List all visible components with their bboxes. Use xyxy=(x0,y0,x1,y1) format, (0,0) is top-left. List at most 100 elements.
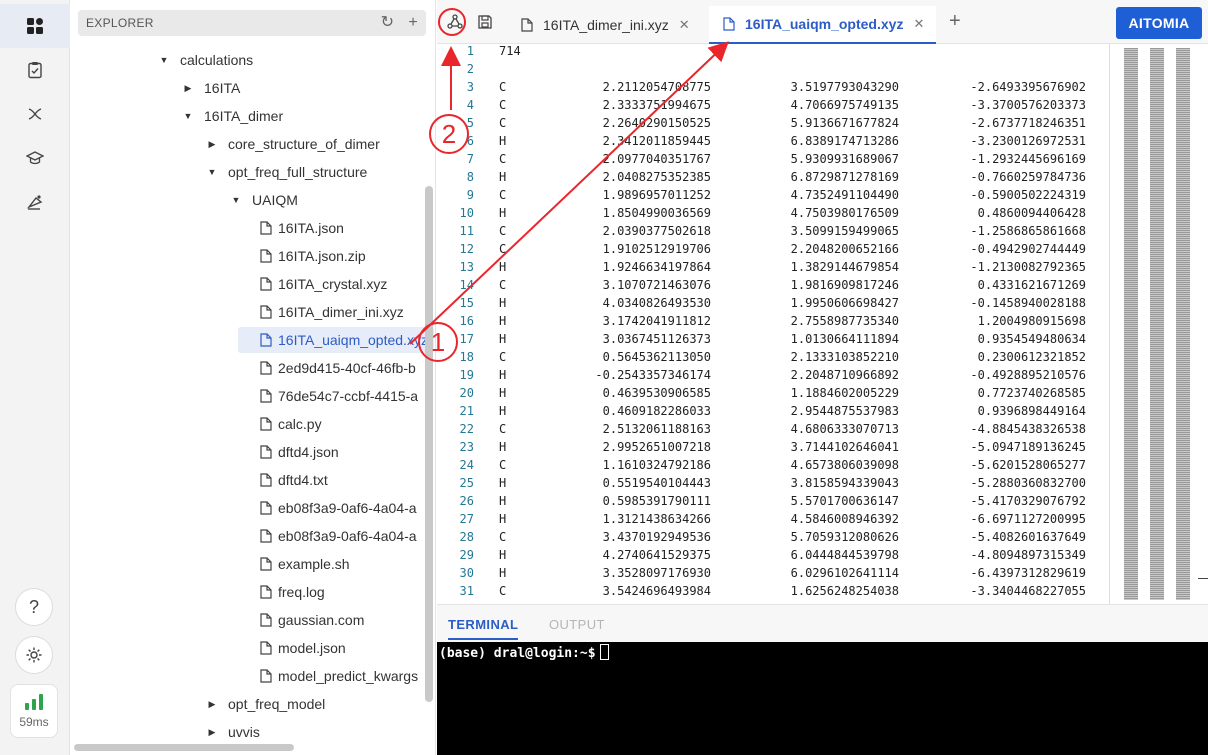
coordinate-x: 2.0390377502618 xyxy=(602,224,711,238)
folder-item[interactable]: ▼ UAIQM xyxy=(228,187,298,213)
file-item[interactable]: 16ITA_uaiqm_opted.xyz xyxy=(238,327,434,353)
explorer-vertical-scrollbar[interactable] xyxy=(425,186,433,702)
minimap[interactable] xyxy=(1109,44,1208,604)
add-file-icon[interactable]: + xyxy=(408,14,418,32)
file-item[interactable]: dftd4.json xyxy=(260,439,339,465)
tree-item-label: 2ed9d415-40cf-46fb-b xyxy=(278,360,416,376)
coordinate-z: -6.4397312829619 xyxy=(970,566,1086,580)
tree-item-label: 16ITA_dimer_ini.xyz xyxy=(278,304,404,320)
tree-item-label: 16ITA_dimer xyxy=(204,108,284,124)
coordinate-y: 3.5099159499065 xyxy=(790,224,899,238)
chevron-right-icon: ▶ xyxy=(208,138,216,149)
tree-item-label: dftd4.json xyxy=(278,444,339,460)
coordinate-y: 2.9544875537983 xyxy=(790,404,899,418)
file-item[interactable]: model_predict_kwargs xyxy=(260,663,418,689)
folder-item[interactable]: ▼ calculations xyxy=(156,47,254,73)
element-symbol: H xyxy=(499,440,507,454)
file-item[interactable]: model.json xyxy=(260,635,346,661)
line-number: 24 xyxy=(459,458,474,472)
coordinate-x: 2.9952651007218 xyxy=(602,440,711,454)
file-item[interactable]: eb08f3a9-0af6-4a04-a xyxy=(260,523,417,549)
coordinate-z: -0.5900502224319 xyxy=(970,188,1086,202)
tree-item-label: eb08f3a9-0af6-4a04-a xyxy=(278,500,417,516)
file-item[interactable]: freq.log xyxy=(260,579,325,605)
file-icon xyxy=(260,529,272,543)
coordinate-y: 3.8158594339043 xyxy=(790,476,899,490)
file-item[interactable]: 16ITA_crystal.xyz xyxy=(260,271,387,297)
file-icon xyxy=(260,473,272,487)
file-icon xyxy=(260,305,272,319)
file-item[interactable]: dftd4.txt xyxy=(260,467,328,493)
file-item[interactable]: 76de54c7-ccbf-4415-a xyxy=(260,383,418,409)
coordinate-z: -4.8845438326538 xyxy=(970,422,1086,436)
line-number: 29 xyxy=(459,548,474,562)
flask-icon[interactable] xyxy=(0,180,70,224)
folder-item[interactable]: ▶ uvvis xyxy=(204,719,260,745)
element-symbol: H xyxy=(499,296,507,310)
element-symbol: C xyxy=(499,530,507,544)
coordinate-y: 2.1333103852210 xyxy=(790,350,899,364)
molecule-icon[interactable] xyxy=(0,92,70,136)
annotation-label-1: 1 xyxy=(418,322,458,362)
coordinate-x: 1.3121438634266 xyxy=(602,512,711,526)
file-item[interactable]: eb08f3a9-0af6-4a04-a xyxy=(260,495,417,521)
tab-output[interactable]: OUTPUT xyxy=(549,617,605,632)
settings-button[interactable] xyxy=(15,636,53,674)
explorer-horizontal-scrollbar[interactable] xyxy=(74,744,294,751)
file-item[interactable]: 16ITA_dimer_ini.xyz xyxy=(260,299,404,325)
dashboard-icon[interactable] xyxy=(0,4,70,48)
coordinate-x: 1.9102512919706 xyxy=(602,242,711,256)
element-symbol: H xyxy=(499,512,507,526)
folder-item[interactable]: ▶ opt_freq_model xyxy=(204,691,326,717)
tab-terminal[interactable]: TERMINAL xyxy=(448,617,519,640)
file-icon xyxy=(260,333,272,347)
element-symbol: C xyxy=(499,224,507,238)
folder-item[interactable]: ▶ core_structure_of_dimer xyxy=(204,131,380,157)
file-item[interactable]: 2ed9d415-40cf-46fb-b xyxy=(260,355,416,381)
molecule-viewer-button[interactable] xyxy=(443,10,467,34)
save-button[interactable] xyxy=(473,10,497,34)
file-icon xyxy=(521,18,533,32)
coordinate-z: -3.3700576203373 xyxy=(970,98,1086,112)
refresh-icon[interactable]: ↻ xyxy=(381,14,395,32)
coordinate-y: 6.0296102641114 xyxy=(790,566,899,580)
explorer-header: EXPLORER ↻ + xyxy=(78,10,426,36)
folder-item[interactable]: ▼ 16ITA_dimer xyxy=(180,103,284,129)
file-item[interactable]: 16ITA.json xyxy=(260,215,344,241)
tree-item-label: model.json xyxy=(278,640,346,656)
aitomia-button[interactable]: AITOMIA xyxy=(1116,7,1202,39)
gear-icon xyxy=(26,647,42,663)
tab-16ita-dimer-ini[interactable]: 16ITA_dimer_ini.xyz ✕ xyxy=(507,6,702,44)
chevron-right-icon: ▶ xyxy=(208,726,216,737)
line-number: 3 xyxy=(466,80,474,94)
file-item[interactable]: example.sh xyxy=(260,551,350,577)
file-item[interactable]: calc.py xyxy=(260,411,322,437)
coordinate-z: 0.9396898449164 xyxy=(977,404,1086,418)
folder-item[interactable]: ▼ opt_freq_full_structure xyxy=(204,159,368,185)
coordinate-x: 2.0977040351767 xyxy=(602,152,711,166)
file-item[interactable]: 16ITA.json.zip xyxy=(260,243,366,269)
element-symbol: C xyxy=(499,278,507,292)
graduation-cap-icon[interactable] xyxy=(0,136,70,180)
new-tab-button[interactable]: + xyxy=(949,10,961,33)
close-tab-icon[interactable]: ✕ xyxy=(913,16,924,32)
coordinate-x: 2.5132061188163 xyxy=(602,422,711,436)
code-editor[interactable]: 1 714 2 3 C 2.2112054708775 3.5197793043290 -2.… xyxy=(437,44,1208,604)
close-tab-icon[interactable]: ✕ xyxy=(679,17,690,33)
coordinate-x: 3.1070721463076 xyxy=(602,278,711,292)
folder-item[interactable]: ▶ 16ITA xyxy=(180,75,241,101)
help-button[interactable]: ? xyxy=(15,588,53,626)
terminal[interactable]: (base) dral@login:~$ xyxy=(437,642,1208,755)
tab-16ita-uaiqm-opted[interactable]: 16ITA_uaiqm_opted.xyz ✕ xyxy=(709,6,937,44)
tasks-icon[interactable] xyxy=(0,48,70,92)
file-item[interactable]: gaussian.com xyxy=(260,607,364,633)
coordinate-z: 0.4860094406428 xyxy=(977,206,1086,220)
tree-item-label: 16ITA_crystal.xyz xyxy=(278,276,388,292)
coordinate-z: -3.2300126972531 xyxy=(970,134,1086,148)
file-explorer: EXPLORER ↻ + ▼ calculations ▶ 16ITA ▼ 16ITA_d… xyxy=(70,0,436,755)
terminal-cursor xyxy=(599,644,609,660)
element-symbol: H xyxy=(499,314,507,328)
coordinate-y: 6.0444844539798 xyxy=(790,548,899,562)
line-number: 8 xyxy=(466,170,474,184)
coordinate-y: 1.9816909817246 xyxy=(790,278,899,292)
